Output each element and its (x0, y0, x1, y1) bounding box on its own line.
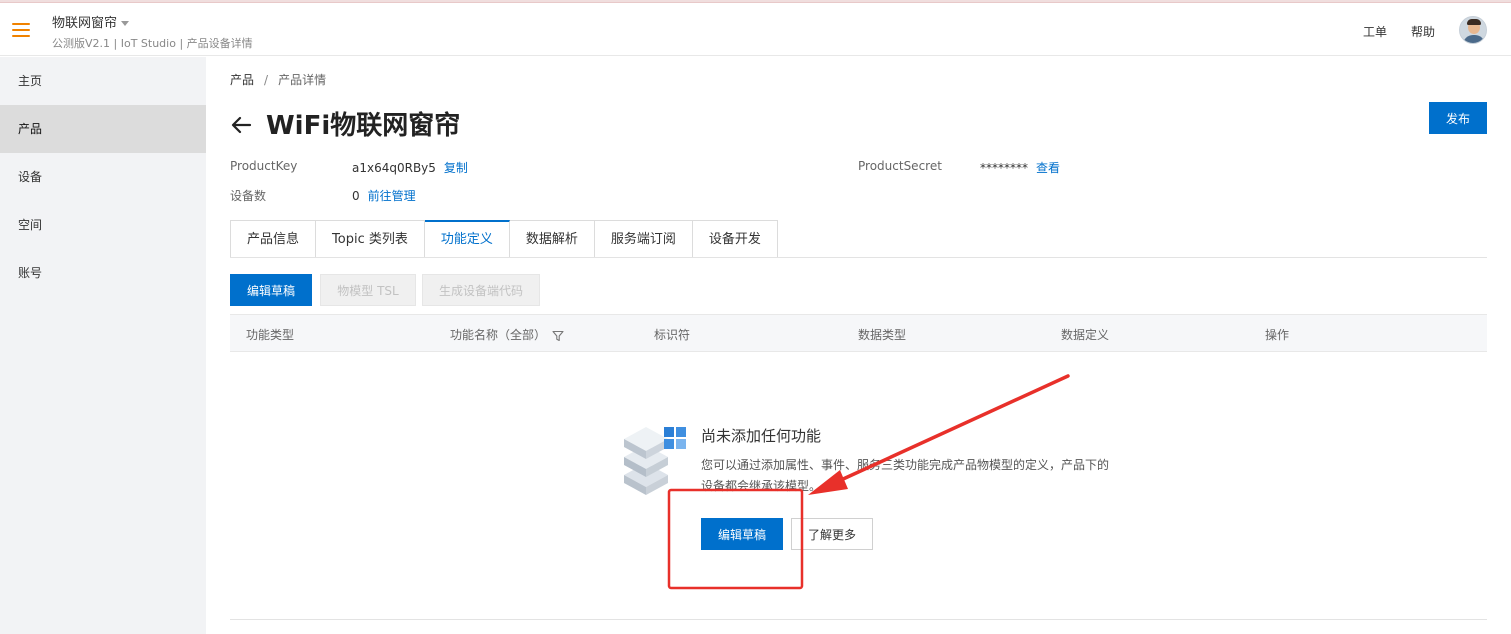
product-key-label: ProductKey (230, 159, 298, 173)
edit-draft-button[interactable]: 编辑草稿 (230, 274, 312, 306)
tab-server-subscription[interactable]: 服务端订阅 (594, 220, 693, 258)
tab-feature-definition[interactable]: 功能定义 (424, 220, 510, 258)
tab-product-info[interactable]: 产品信息 (230, 220, 317, 258)
table-bottom-divider (230, 619, 1487, 620)
work-order-link[interactable]: 工单 (1363, 23, 1387, 40)
main-content: 产品 / 产品详情 WiFi物联网窗帘 发布 ProductKey a1x64q0R… (206, 57, 1511, 634)
col-actions: 操作 (1265, 328, 1290, 342)
tsl-button: 物模型 TSL (320, 274, 416, 306)
product-secret-field: ******** 查看 (980, 159, 1060, 176)
publish-button[interactable]: 发布 (1429, 102, 1487, 134)
feature-table-header: 功能类型 功能名称（全部） 标识符 数据类型 数据定义 操作 (230, 314, 1487, 352)
breadcrumb: 产品 / 产品详情 (230, 71, 326, 88)
col-feature-name-label: 功能名称（全部） (450, 328, 547, 342)
learn-more-button[interactable]: 了解更多 (791, 518, 873, 550)
sidebar-item-product[interactable]: 产品 (0, 105, 206, 153)
menu-icon[interactable] (12, 23, 30, 37)
breadcrumb-current: 产品详情 (278, 73, 327, 87)
tab-topic-list[interactable]: Topic 类列表 (316, 220, 425, 258)
tabs-divider (230, 257, 1487, 258)
product-key-field: a1x64q0RBy5 复制 (352, 159, 468, 176)
product-secret-label: ProductSecret (858, 159, 942, 173)
app-title-selector[interactable]: 物联网窗帘 (52, 12, 130, 31)
device-count-value: 0 (352, 189, 360, 203)
filter-icon[interactable] (552, 330, 564, 342)
page-title: WiFi物联网窗帘 (266, 111, 461, 141)
sidebar-item-home[interactable]: 主页 (0, 57, 206, 105)
col-feature-name: 功能名称（全部） (450, 326, 564, 343)
tab-bar: 产品信息 Topic 类列表 功能定义 数据解析 服务端订阅 设备开发 (230, 220, 778, 258)
col-data-definition: 数据定义 (1061, 328, 1110, 342)
empty-state-icon (624, 427, 686, 495)
product-key-value: a1x64q0RBy5 (352, 161, 436, 175)
copy-link[interactable]: 复制 (444, 161, 468, 175)
back-arrow-icon[interactable] (230, 114, 252, 136)
empty-state-title: 尚未添加任何功能 (701, 427, 822, 445)
app-subtitle: 公测版V2.1 | IoT Studio | 产品设备详情 (52, 37, 253, 50)
app-title: 物联网窗帘 (52, 16, 118, 31)
empty-state-description: 您可以通过添加属性、事件、服务三类功能完成产品物模型的定义，产品下的设备都会继承… (701, 458, 1110, 493)
sidebar-item-space[interactable]: 空间 (0, 201, 206, 249)
tab-data-parsing[interactable]: 数据解析 (509, 220, 595, 258)
sidebar-item-device[interactable]: 设备 (0, 153, 206, 201)
sidebar: 主页 产品 设备 空间 账号 (0, 57, 206, 634)
top-header: 物联网窗帘 公测版V2.1 | IoT Studio | 产品设备详情 工单 帮… (0, 3, 1511, 56)
device-count-field: 0 前往管理 (352, 187, 416, 204)
device-count-label: 设备数 (230, 189, 267, 203)
product-secret-value: ******** (980, 161, 1028, 175)
help-link[interactable]: 帮助 (1411, 23, 1435, 40)
avatar[interactable] (1459, 16, 1487, 44)
view-secret-link[interactable]: 查看 (1036, 161, 1060, 175)
empty-edit-draft-button[interactable]: 编辑草稿 (701, 518, 783, 550)
generate-code-button: 生成设备端代码 (422, 274, 540, 306)
caret-down-icon (121, 21, 130, 26)
col-identifier: 标识符 (654, 328, 691, 342)
breadcrumb-product[interactable]: 产品 (230, 73, 254, 87)
sidebar-item-account[interactable]: 账号 (0, 249, 206, 297)
manage-devices-link[interactable]: 前往管理 (368, 189, 416, 203)
tab-device-development[interactable]: 设备开发 (692, 220, 778, 258)
col-data-type: 数据类型 (858, 328, 907, 342)
breadcrumb-separator: / (264, 73, 269, 87)
col-feature-type: 功能类型 (246, 328, 295, 342)
